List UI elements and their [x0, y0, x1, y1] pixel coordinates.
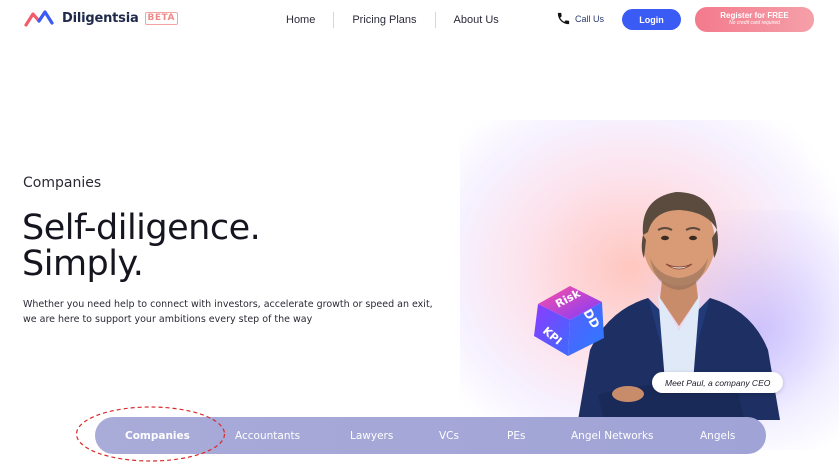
segment-angel-networks[interactable]: Angel Networks [571, 417, 654, 454]
beta-badge: BETA [144, 11, 178, 25]
kpi-risk-cube-graphic: Risk DD KPI [534, 286, 604, 356]
register-button[interactable]: Register for FREE No credit card require… [695, 7, 814, 32]
headline-line-2: Simply. [22, 244, 144, 284]
segment-angels[interactable]: Angels [700, 417, 735, 454]
nav-about-us[interactable]: About Us [436, 12, 517, 28]
site-header: Diligentsia BETA Home Pricing Plans Abou… [0, 0, 839, 40]
subtext-line-1: Whether you need help to connect with in… [23, 299, 433, 310]
segment-accountants[interactable]: Accountants [235, 417, 300, 454]
register-label: Register for FREE [720, 11, 789, 20]
ceo-caption: Meet Paul, a company CEO [652, 372, 784, 393]
hero-subtext: Whether you need help to connect with in… [23, 297, 473, 327]
hero-headline: Self-diligence. Simply. [22, 208, 261, 284]
highlight-annotation-ellipse [75, 406, 226, 462]
phone-icon [557, 12, 570, 25]
brand-logo[interactable]: Diligentsia BETA [24, 8, 178, 28]
call-us-label: Call Us [575, 13, 605, 24]
nav-pricing-plans[interactable]: Pricing Plans [334, 12, 434, 28]
brand-name: Diligentsia [62, 10, 139, 26]
logo-icon [24, 10, 54, 27]
login-button[interactable]: Login [622, 9, 681, 30]
segment-lawyers[interactable]: Lawyers [350, 417, 393, 454]
call-us-link[interactable]: Call Us [556, 11, 604, 26]
hero-eyebrow: Companies [23, 175, 102, 191]
nav-home[interactable]: Home [268, 12, 333, 28]
register-sublabel: No credit card required [729, 20, 780, 26]
subtext-line-2: we are here to support your ambitions ev… [23, 314, 313, 325]
main-nav: Home Pricing Plans About Us [268, 12, 517, 28]
headline-line-1: Self-diligence. [22, 208, 261, 248]
segment-vcs[interactable]: VCs [439, 417, 459, 454]
segment-pes[interactable]: PEs [507, 417, 525, 454]
